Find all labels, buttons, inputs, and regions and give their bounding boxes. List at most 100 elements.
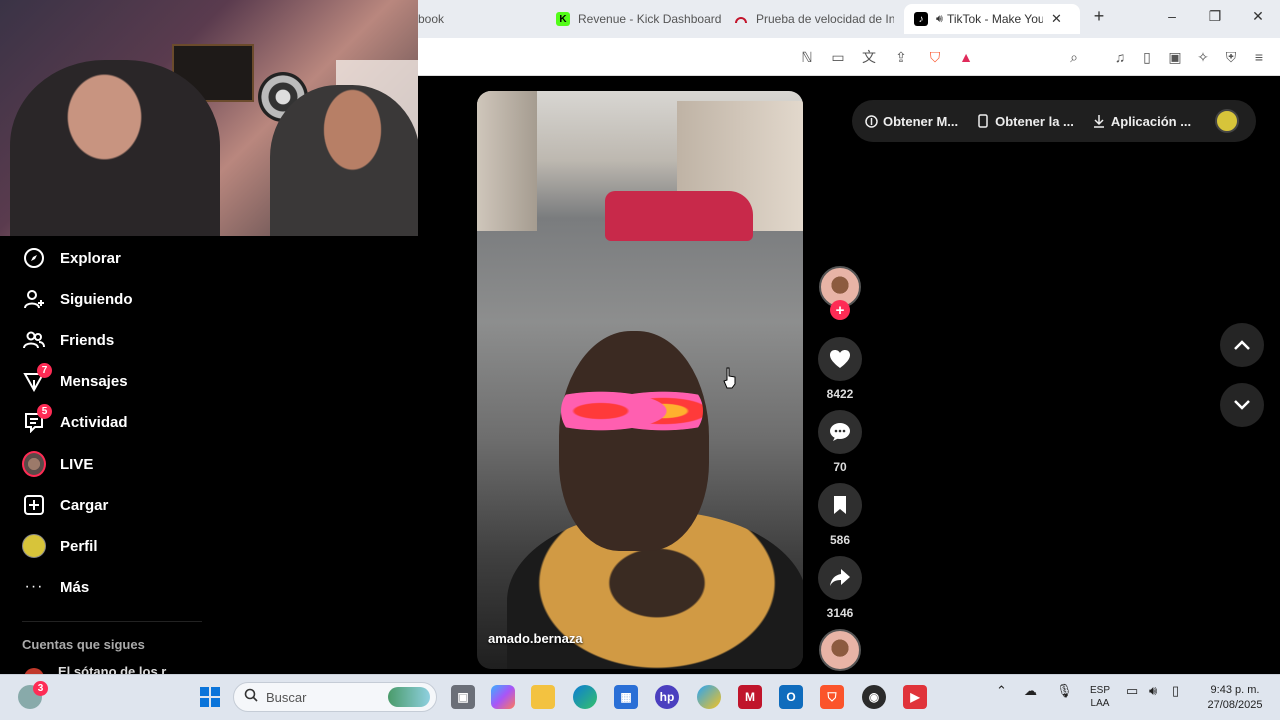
obs-icon[interactable]: ◉ (862, 685, 886, 709)
video-red-car (605, 191, 753, 241)
sidebar-item-friends[interactable]: Friends (22, 326, 114, 354)
webcam-overlay (0, 0, 418, 236)
microphone-icon[interactable]: 🎙︎ (1056, 684, 1073, 697)
maximize-icon[interactable]: ❐ (1205, 8, 1225, 25)
upload-icon (22, 493, 46, 517)
tab-facebook[interactable]: book (418, 6, 528, 32)
close-tab-icon[interactable]: ✕ (1051, 11, 1062, 27)
close-window-icon[interactable]: ✕ (1248, 8, 1268, 25)
file-explorer-icon[interactable] (531, 685, 555, 709)
sidebar-item-perfil[interactable]: Perfil (22, 532, 98, 560)
brave-shield-icon[interactable]: ⛉ (925, 47, 945, 67)
pill-item-label: Aplicación ... (1110, 113, 1192, 129)
leo-ai-icon[interactable]: ✧ (1193, 47, 1213, 67)
like-button[interactable] (818, 337, 862, 381)
search-placeholder: Buscar (266, 689, 307, 705)
tab-speedtest[interactable]: Prueba de velocidad de Int (734, 6, 894, 32)
vpn-icon[interactable]: ⛨ (1221, 47, 1241, 67)
tray-expand-icon[interactable]: ⌃ (996, 684, 1007, 697)
taskbar-clock[interactable]: 9:43 p. m. 27/08/2025 (1200, 683, 1270, 713)
chrome-like-icon[interactable] (697, 685, 721, 709)
chevron-down-icon (1234, 400, 1250, 410)
next-video-button[interactable] (1220, 383, 1264, 427)
tiktok-icon: ♪ (914, 12, 928, 26)
reader-mode-icon[interactable]: ℕ (797, 47, 817, 67)
sidebar-item-mensajes[interactable]: 7 Mensajes (22, 363, 128, 395)
live-avatar-icon (22, 451, 46, 477)
music-disc-avatar[interactable] (819, 629, 861, 671)
taskbar-search-box[interactable]: Buscar (233, 682, 437, 712)
tab-tiktok-label: TikTok - Make Your (946, 12, 1043, 26)
save-count: 586 (829, 533, 851, 547)
language-line-2: LAA (1090, 698, 1110, 709)
coin-icon (864, 114, 878, 128)
speaker-icon: 🔊︎ (936, 12, 943, 25)
webcam-person-left (10, 60, 220, 236)
sidebar-item-cargar[interactable]: Cargar (22, 491, 108, 519)
user-follow-icon (22, 287, 46, 311)
onedrive-icon[interactable]: ☁ (1024, 684, 1037, 697)
cast-icon[interactable]: ▭ (828, 47, 848, 67)
volume-icon[interactable]: 🔊︎ (1149, 684, 1157, 697)
tab-speedtest-label: Prueba de velocidad de Int (756, 12, 894, 26)
outlook-icon[interactable]: O (779, 685, 803, 709)
get-coins-link[interactable]: Obtener M... (864, 114, 958, 129)
sidebar-item-actividad[interactable]: 5 Actividad (22, 404, 128, 436)
sidebar-toggle-icon[interactable]: ▯ (1137, 47, 1157, 67)
mcafee-icon[interactable]: M (738, 685, 762, 709)
task-view-icon[interactable]: ▣ (451, 685, 475, 709)
wallet-icon[interactable]: ▣ (1165, 47, 1185, 67)
share-icon[interactable]: ⇪ (891, 47, 911, 67)
comment-button[interactable] (818, 410, 862, 454)
media-icon[interactable]: ♫ (1110, 47, 1130, 67)
follow-plus-icon[interactable]: + (830, 300, 850, 320)
desktop-app-link[interactable]: Aplicación ... (1092, 114, 1191, 129)
microsoft-store-icon[interactable]: ▦ (614, 685, 638, 709)
search-icon (244, 688, 258, 707)
sidebar-item-label: Perfil (60, 537, 98, 555)
tab-search-icon[interactable]: ⌕ (1064, 47, 1084, 67)
video-pink-goggles (561, 381, 703, 441)
save-button[interactable] (818, 483, 862, 527)
brave-taskbar-icon[interactable]: ⛉ (820, 685, 844, 709)
video-person-face (559, 331, 709, 551)
pill-item-label: Obtener M... (883, 113, 959, 129)
profile-avatar-icon (22, 534, 46, 558)
following-section-title: Cuentas que sigues (22, 637, 145, 652)
hand-cursor-icon (722, 366, 738, 395)
weather-badge: 3 (33, 681, 48, 696)
streaming-app-icon[interactable]: ▶ (903, 685, 927, 709)
edge-icon[interactable] (573, 685, 597, 709)
brave-rewards-icon[interactable]: ▲ (956, 47, 976, 67)
hp-icon[interactable]: hp (655, 685, 679, 709)
tab-tiktok[interactable]: ♪ 🔊︎ TikTok - Make Your ✕ (904, 4, 1080, 34)
sidebar-item-explorar[interactable]: Explorar (22, 244, 121, 272)
translate-icon[interactable]: 文 (859, 47, 879, 67)
menu-icon[interactable]: ≡ (1249, 47, 1269, 67)
network-icon[interactable]: ▭ (1126, 684, 1138, 697)
previous-video-button[interactable] (1220, 323, 1264, 367)
new-tab-button[interactable]: + (1089, 6, 1109, 27)
language-indicator[interactable]: ESP LAA (1086, 684, 1114, 710)
video-author-name[interactable]: amado.bernaza (488, 631, 583, 646)
get-app-link[interactable]: Obtener la ... (976, 114, 1074, 129)
sidebar-item-siguiendo[interactable]: Siguiendo (22, 285, 133, 313)
phone-icon (976, 114, 990, 128)
windows-start-icon[interactable] (198, 685, 222, 709)
more-icon: ··· (24, 578, 44, 595)
sidebar-item-label: Explorar (60, 249, 121, 267)
video-player[interactable] (477, 91, 803, 669)
sidebar-item-label: Actividad (60, 413, 128, 431)
tab-kick-dashboard[interactable]: K Revenue - Kick Dashboard (556, 6, 726, 32)
weather-widget-icon[interactable]: 3 (18, 681, 48, 709)
sidebar-item-mas[interactable]: ··· Más (22, 573, 90, 601)
sidebar-item-live[interactable]: LIVE (22, 450, 93, 478)
copilot-icon[interactable] (491, 685, 515, 709)
user-avatar[interactable] (1215, 109, 1239, 133)
battery-icon[interactable]: ▯ (1172, 684, 1179, 697)
minimize-icon[interactable]: – (1162, 8, 1182, 24)
speedtest-icon (734, 12, 748, 26)
clock-time: 9:43 p. m. (1210, 684, 1260, 696)
share-count: 3146 (826, 606, 854, 620)
share-button[interactable] (818, 556, 862, 600)
